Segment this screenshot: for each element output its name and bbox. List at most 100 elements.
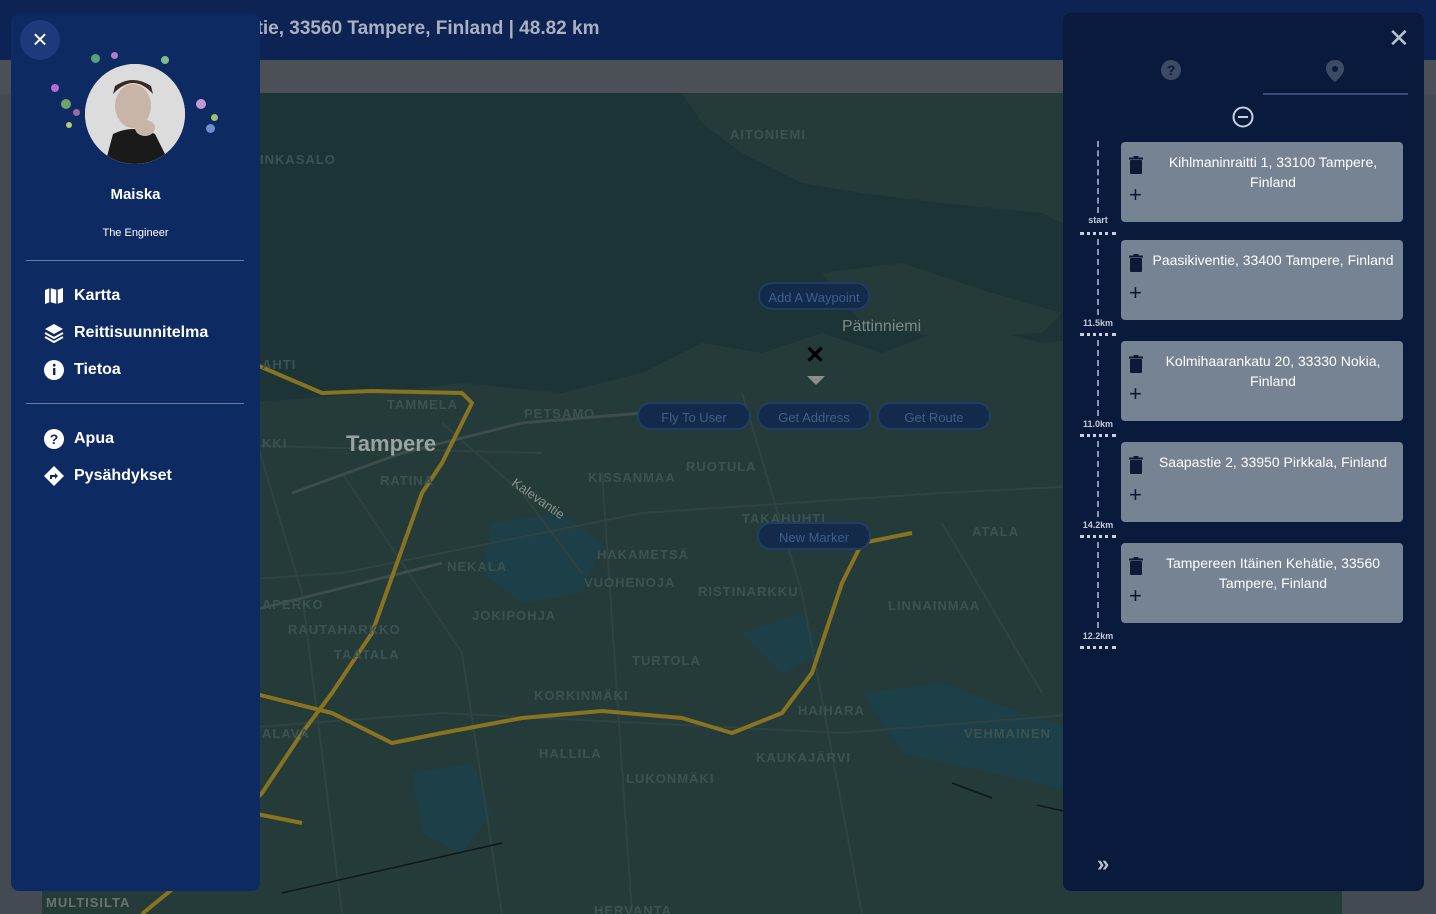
decor-dot xyxy=(111,52,118,59)
waypoint-address: Paasikiventie, 33400 Tampere, Finland xyxy=(1152,252,1394,268)
map-label-rautaharkko: RAUTAHARKKO xyxy=(288,622,401,637)
help-icon: ? xyxy=(43,428,65,450)
close-marker-icon[interactable]: ✕ xyxy=(805,344,825,368)
waypoint-card[interactable]: + Kolmihaarankatu 20, 33330 Nokia, Finla… xyxy=(1121,341,1403,421)
map-label-lukonmaki: LUKONMÄKI xyxy=(626,771,715,786)
expand-panel-button[interactable]: » xyxy=(1097,851,1109,877)
distance-label: 11.0km xyxy=(1082,419,1114,429)
decor-dot xyxy=(206,124,215,133)
layers-icon xyxy=(43,322,65,344)
map-label-linnainmaa: LINNAINMAA xyxy=(888,598,981,613)
waypoint-card[interactable]: + Kihlmaninraitti 1, 33100 Tampere, Finl… xyxy=(1121,142,1403,222)
close-drawer-button[interactable]: × xyxy=(20,20,60,60)
waypoint-card[interactable]: + Saapastie 2, 33950 Pirkkala, Finland xyxy=(1121,442,1403,522)
directions-icon xyxy=(43,465,65,487)
tab-help[interactable]: ? xyxy=(1160,59,1184,83)
avatar-portrait-icon xyxy=(85,64,185,164)
map-label-nekala: NEKALA xyxy=(447,559,508,574)
map-label-ruotula: RUOTULA xyxy=(686,459,757,474)
close-panel-button[interactable]: ✕ xyxy=(1388,25,1410,51)
avatar xyxy=(85,64,185,164)
decor-dot xyxy=(73,109,80,116)
nav-item-pysahdykset[interactable]: Pysähdykset xyxy=(43,464,172,488)
marker-pointer-icon xyxy=(807,376,825,385)
map-label-taatala: TAATALA xyxy=(334,647,400,662)
svg-text:?: ? xyxy=(50,431,59,447)
distance-label: start xyxy=(1088,215,1108,225)
decor-dot xyxy=(51,84,59,92)
map-label-atala: ATALA xyxy=(972,524,1020,539)
nav-item-label: Reittisuunnitelma xyxy=(74,324,209,341)
trash-icon[interactable] xyxy=(1129,156,1145,174)
trash-icon[interactable] xyxy=(1129,355,1145,373)
nav-item-label: Tietoa xyxy=(74,361,121,378)
decor-dot xyxy=(61,99,71,109)
trash-icon[interactable] xyxy=(1129,557,1145,575)
waypoint-address: Kolmihaarankatu 20, 33330 Nokia, Finland xyxy=(1165,353,1381,389)
add-after-icon[interactable]: + xyxy=(1129,585,1142,607)
user-name: Maiska xyxy=(110,186,161,203)
map-icon xyxy=(43,285,65,307)
map-label-turtola: TURTOLA xyxy=(632,653,701,668)
timeline-line xyxy=(1097,542,1099,628)
tab-waypoints[interactable] xyxy=(1324,59,1348,83)
map-label-kaukajarvi: KAUKAJÄRVI xyxy=(756,750,851,765)
nav-item-kartta[interactable]: Kartta xyxy=(43,284,120,308)
distance-label: 11.5km xyxy=(1082,318,1114,328)
map-label-alava: ALAVA xyxy=(262,726,310,741)
map-label-hallila: HALLILA xyxy=(539,746,602,761)
map-label-ratina: RATINA xyxy=(380,473,435,488)
map-label-aperko: APERKO xyxy=(262,597,324,612)
add-waypoint-button[interactable]: Add A Waypoint xyxy=(758,282,870,310)
decor-dot xyxy=(211,114,218,121)
map-label-korkinmaki: KORKINMÄKI xyxy=(534,688,629,703)
get-route-button[interactable]: Get Route xyxy=(877,402,991,430)
distance-label: 14.2km xyxy=(1082,520,1114,530)
trash-icon[interactable] xyxy=(1129,254,1145,272)
map-label-vehmainen: VEHMAINEN xyxy=(964,726,1052,741)
nav-item-apua[interactable]: ? Apua xyxy=(43,427,114,451)
trash-icon[interactable] xyxy=(1129,456,1145,474)
add-after-icon[interactable]: + xyxy=(1129,484,1142,506)
map-label-aitoniemi: AITONIEMI xyxy=(730,127,806,142)
timeline-line xyxy=(1097,239,1099,315)
timeline-tick xyxy=(1080,535,1116,538)
add-after-icon[interactable]: + xyxy=(1129,282,1142,304)
waypoint-card[interactable]: + Tampereen Itäinen Kehätie, 33560 Tampe… xyxy=(1121,543,1403,623)
get-address-button[interactable]: Get Address xyxy=(757,402,871,430)
remove-all-icon[interactable] xyxy=(1232,106,1254,128)
timeline-tick xyxy=(1080,232,1116,235)
waypoint-address: Tampereen Itäinen Kehätie, 33560 Tampere… xyxy=(1165,555,1381,591)
waypoint-card[interactable]: + Paasikiventie, 33400 Tampere, Finland xyxy=(1121,240,1403,320)
nav-item-label: Apua xyxy=(74,430,114,447)
svg-text:?: ? xyxy=(1167,62,1176,78)
decor-dot xyxy=(196,99,206,109)
add-after-icon[interactable]: + xyxy=(1129,383,1142,405)
map-label-tammela: TAMMELA xyxy=(387,397,459,412)
timeline-line xyxy=(1097,141,1099,213)
decor-dot xyxy=(161,56,169,64)
nav-item-reittisuunnitelma[interactable]: Reittisuunnitelma xyxy=(43,321,208,345)
timeline-line xyxy=(1097,441,1099,517)
map-label-inkasalo: INKASALO xyxy=(260,152,336,167)
info-icon xyxy=(43,359,65,381)
new-marker-button[interactable]: New Marker xyxy=(757,522,871,550)
fly-to-user-button[interactable]: Fly To User xyxy=(637,402,751,430)
decor-dot xyxy=(91,54,100,63)
timeline-tick xyxy=(1080,434,1116,437)
map-label-petsamo: PETSAMO xyxy=(524,406,596,421)
waypoint-address: Kihlmaninraitti 1, 33100 Tampere, Finlan… xyxy=(1168,154,1378,190)
map-label-hervanta: HERVANTA xyxy=(594,903,673,914)
nav-item-tietoa[interactable]: Tietoa xyxy=(43,358,121,382)
timeline-tick xyxy=(1080,333,1116,336)
map-label-jokipohja: JOKIPOHJA xyxy=(472,608,557,623)
nav-item-label: Kartta xyxy=(74,287,121,304)
decor-dot xyxy=(66,122,72,128)
map-label-tampere: Tampere xyxy=(346,431,437,456)
divider xyxy=(26,403,244,404)
left-drawer: × Maiska The Engineer Kartta Reittisuunn… xyxy=(11,14,260,891)
waypoint-address: Saapastie 2, 33950 Pirkkala, Finland xyxy=(1158,454,1388,470)
map-label-pattinniemi: Pättinniemi xyxy=(842,318,922,335)
map-label-kki: KKI xyxy=(262,436,288,451)
add-after-icon[interactable]: + xyxy=(1129,184,1142,206)
